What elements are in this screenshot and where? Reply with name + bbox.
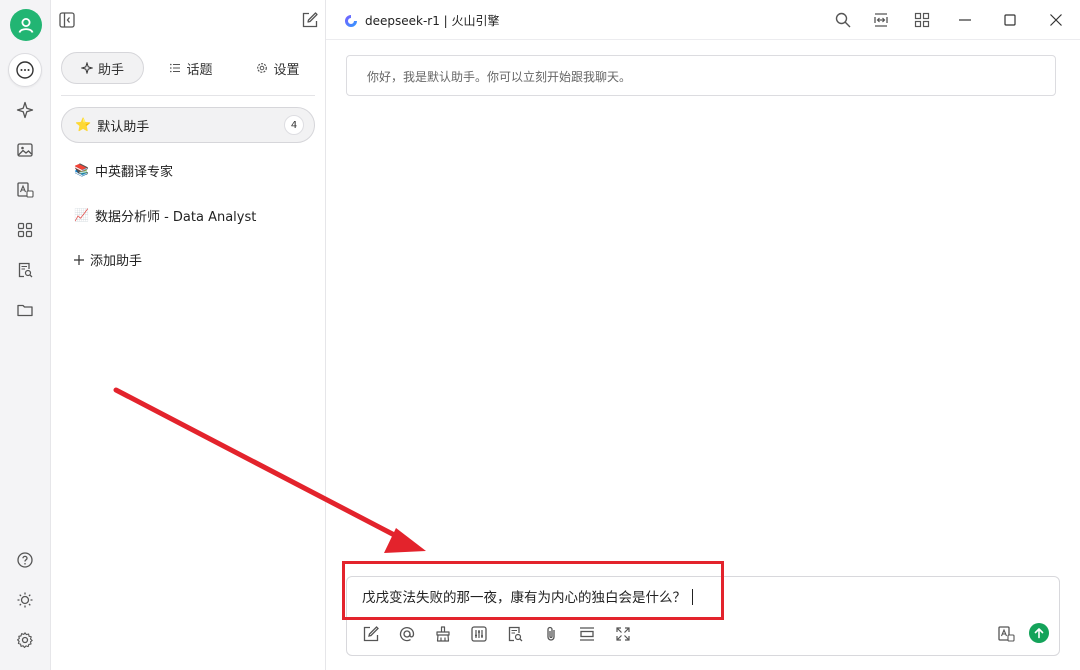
books-icon: 📚 [74,163,89,177]
assistant-name: 中英翻译专家 [94,164,173,180]
at-icon [399,626,415,642]
mention-model-button[interactable] [398,625,416,643]
apps-nav-button[interactable] [8,213,42,247]
model-name: deepseek-r1 | 火山引擎 [365,14,500,28]
translate-nav-button[interactable] [8,173,42,207]
topic-count-badge: 4 [284,115,304,135]
chat-nav-button[interactable] [8,53,42,87]
tab-label: 助手 [97,62,124,78]
icon-rail [0,0,51,670]
agents-nav-button[interactable] [8,93,42,127]
expand-icon [616,627,630,641]
help-button[interactable] [8,543,42,577]
text-icon [580,627,594,641]
quick-phrases-button[interactable] [578,625,596,643]
tab-topics[interactable]: 话题 [156,52,226,84]
assistant-item-default[interactable]: ⭐ 默认助手 4 [61,107,315,143]
list-icon [170,63,181,73]
expand-input-button[interactable] [614,625,632,643]
search-button[interactable] [834,11,852,29]
settings-icon [17,632,33,649]
paperclip-icon [547,626,555,641]
narrow-mode-button[interactable] [872,11,890,29]
assistant-name: 默认助手 [97,119,150,135]
translate-icon [998,626,1015,642]
assistant-item-translator[interactable]: 📚 中英翻译专家 [61,152,315,188]
attachment-button[interactable] [542,625,560,643]
search-icon [835,12,851,28]
model-selector[interactable]: deepseek-r1 | 火山引擎 [344,12,500,29]
text-caret [692,589,693,605]
translate-input-button[interactable] [997,625,1015,643]
close-icon [1050,14,1062,26]
image-nav-button[interactable] [8,133,42,167]
plus-icon [74,254,84,265]
tab-label: 设置 [273,62,300,78]
assistant-name: 数据分析师 - Data Analyst [94,209,257,225]
chart-icon: 📈 [74,208,89,222]
folder-icon [17,304,33,317]
edit-icon [363,626,379,642]
broom-icon [436,626,450,642]
new-topic-button[interactable] [362,625,380,643]
knowledge-base-button[interactable] [506,625,524,643]
image-icon [17,143,33,157]
collapse-sidebar-button[interactable] [58,11,76,29]
minimize-button[interactable] [956,11,974,29]
tab-label: 话题 [186,62,213,78]
apps-icon [17,222,33,238]
translate-icon [17,182,34,198]
tab-settings[interactable]: 设置 [243,52,313,84]
layout-button[interactable] [913,11,931,29]
message-input[interactable]: 戊戌变法失败的那一夜，康有为内心的独白会是什么？ [362,587,1032,609]
tab-assistants[interactable]: 助手 [61,52,144,84]
sidebar-tabs: 助手 话题 设置 [61,52,315,86]
gear-icon [257,63,268,73]
files-nav-button[interactable] [8,293,42,327]
clear-button[interactable] [434,625,452,643]
settings-button[interactable] [8,623,42,657]
assistant-item-data-analyst[interactable]: 📈 数据分析师 - Data Analyst [61,197,315,233]
model-logo-icon [345,14,357,27]
user-avatar[interactable] [10,9,42,41]
maximize-icon [1004,14,1016,26]
arrow-up-icon [1034,628,1044,639]
theme-toggle-button[interactable] [8,583,42,617]
grid-icon [914,12,930,28]
greeting-text: 你好，我是默认助手。你可以立刻开始跟我聊天。 [367,70,632,84]
maximize-button[interactable] [1001,11,1019,29]
minimize-icon [959,19,971,21]
edit-icon [302,12,318,28]
user-icon [18,18,34,33]
knowledge-nav-button[interactable] [8,253,42,287]
sliders-icon [471,626,487,642]
top-bar: deepseek-r1 | 火山引擎 [326,0,1080,40]
add-assistant-label: 添加助手 [90,254,143,269]
width-toggle-icon [874,13,888,27]
model-settings-button[interactable] [470,625,488,643]
chat-icon [16,61,34,79]
document-search-icon [18,262,33,278]
sidebar-collapse-icon [59,12,75,28]
brightness-icon [17,592,33,608]
assistants-panel: 助手 话题 设置 ⭐ 默认助手 4 📚 中英翻译专家 📈 数据分析师 - Dat… [51,0,326,670]
sparkle-icon [80,62,93,74]
star-icon: ⭐ [75,117,92,133]
new-chat-button[interactable] [301,11,319,29]
add-assistant-button[interactable]: 添加助手 [73,250,142,269]
divider [61,95,315,96]
sparkle-icon [16,101,34,119]
document-search-icon [508,626,523,642]
send-button[interactable] [1029,623,1049,643]
close-button[interactable] [1047,11,1065,29]
help-icon [17,552,33,568]
assistant-greeting-message: 你好，我是默认助手。你可以立刻开始跟我聊天。 [346,55,1056,96]
message-input-text: 戊戌变法失败的那一夜，康有为内心的独白会是什么？ [362,590,686,606]
message-composer: 戊戌变法失败的那一夜，康有为内心的独白会是什么？ [346,576,1060,656]
